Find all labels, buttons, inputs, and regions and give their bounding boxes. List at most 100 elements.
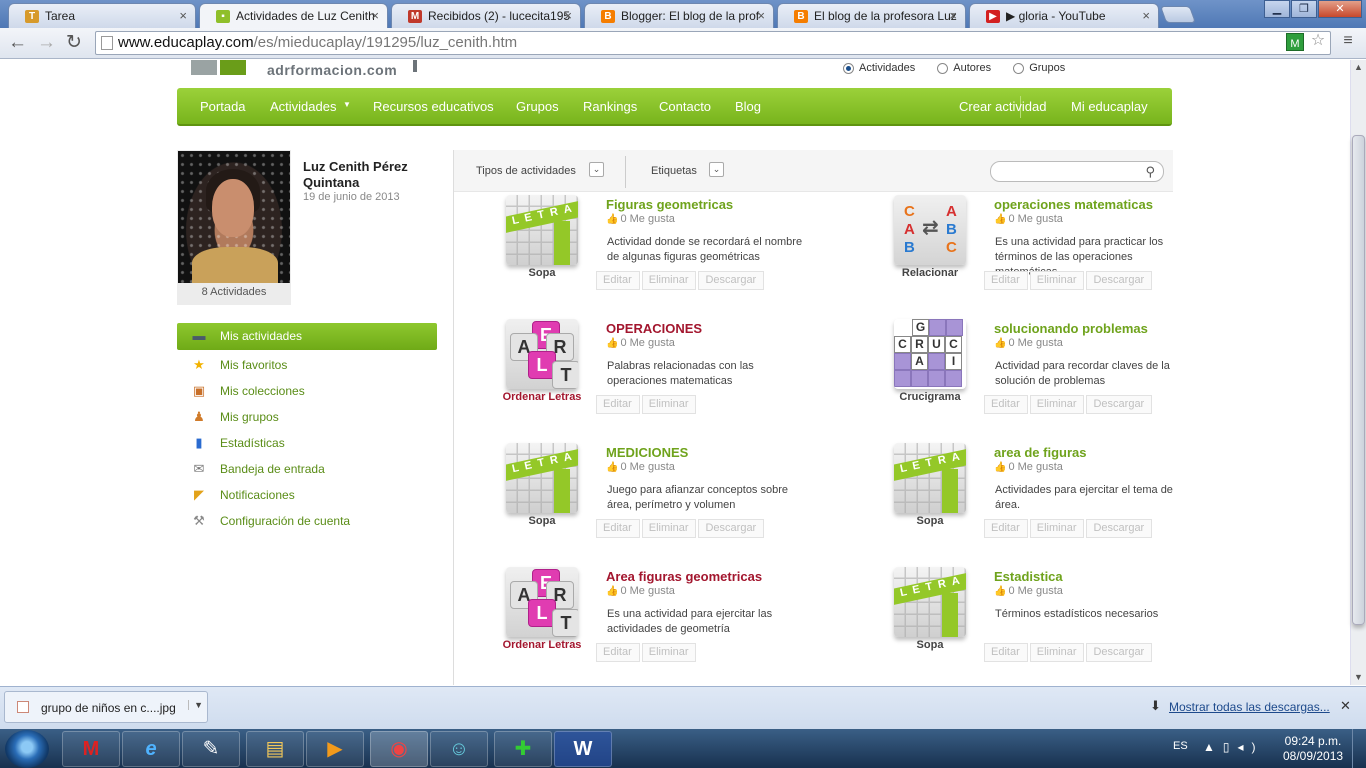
activity-thumbnail[interactable]: LETRA — [894, 567, 966, 637]
sidebar-item[interactable]: ✉ Bandeja de entrada — [177, 456, 437, 482]
tags-filter[interactable]: Etiquetas — [651, 165, 697, 177]
chevron-down-icon[interactable]: ▼ — [188, 700, 203, 710]
sidebar-item[interactable]: ★ Mis favoritos — [177, 352, 437, 378]
address-bar[interactable]: www.educaplay.com/es/mieducaplay/191295/… — [95, 31, 1331, 55]
delete-button[interactable]: Eliminar — [1029, 519, 1085, 538]
download-button[interactable]: Descargar — [698, 271, 765, 290]
sidebar-item[interactable]: ▣ Mis colecciones — [177, 378, 437, 404]
thumbs-up-icon[interactable]: 👍 — [994, 338, 1006, 349]
activity-title[interactable]: MEDICIONES — [606, 445, 688, 460]
delete-button[interactable]: Eliminar — [1029, 643, 1085, 662]
tab-2[interactable]: ▪ Actividades de Luz Cenith × — [199, 3, 388, 28]
download-button[interactable]: Descargar — [1086, 271, 1153, 290]
start-button[interactable] — [5, 730, 49, 768]
edit-button[interactable]: Editar — [984, 271, 1028, 290]
edit-button[interactable]: Editar — [984, 643, 1028, 662]
sidebar-item[interactable]: ⚒ Configuración de cuenta — [177, 508, 437, 534]
activity-thumbnail[interactable]: C A B A B C ⇄ — [894, 195, 966, 265]
delete-button[interactable]: Eliminar — [1029, 271, 1085, 290]
thumbs-up-icon[interactable]: 👍 — [606, 462, 618, 473]
download-button[interactable]: Descargar — [1086, 643, 1153, 662]
nav-item[interactable]: Rankings — [583, 99, 637, 114]
radio-button[interactable] — [937, 62, 949, 74]
back-arrow-icon[interactable]: ← — [8, 32, 27, 54]
activity-title[interactable]: operaciones matematicas — [994, 197, 1153, 212]
show-desktop-button[interactable] — [1352, 729, 1366, 768]
minimize-icon[interactable]: ▁ — [1264, 0, 1290, 18]
delete-button[interactable]: Eliminar — [641, 643, 697, 662]
scroll-down-icon[interactable]: ▼ — [1354, 672, 1363, 682]
internet-explorer-icon[interactable]: e — [122, 731, 180, 767]
activity-thumbnail[interactable]: GCRUCAI — [894, 319, 966, 389]
edit-button[interactable]: Editar — [984, 395, 1028, 414]
thumbs-up-icon[interactable]: 👍 — [994, 214, 1006, 225]
edit-button[interactable]: Editar — [596, 395, 640, 414]
edit-button[interactable]: Editar — [596, 519, 640, 538]
close-icon[interactable]: ✕ — [1340, 698, 1351, 714]
delete-button[interactable]: Eliminar — [641, 519, 697, 538]
chevron-down-icon[interactable]: ⌄ — [709, 162, 724, 177]
delete-button[interactable]: Eliminar — [641, 395, 697, 414]
close-tab-icon[interactable]: × — [757, 8, 765, 23]
nav-item[interactable]: Portada — [200, 99, 246, 114]
tab-4[interactable]: B Blogger: El blog de la prof × — [584, 3, 774, 28]
new-tab-button[interactable] — [1159, 6, 1197, 23]
activity-title[interactable]: area de figuras — [994, 445, 1087, 460]
download-button[interactable]: Descargar — [1086, 395, 1153, 414]
activity-thumbnail[interactable]: LETRA — [894, 443, 966, 513]
nav-item[interactable]: Recursos educativos — [373, 99, 494, 114]
edit-button[interactable]: Editar — [596, 271, 640, 290]
thumbs-up-icon[interactable]: 👍 — [606, 338, 618, 349]
search-icon[interactable]: ⚲ — [1145, 164, 1155, 180]
activity-count[interactable]: 8 Actividades — [177, 286, 291, 298]
download-button[interactable]: Descargar — [698, 519, 765, 538]
search-input[interactable]: ⚲ — [990, 161, 1164, 182]
paint-icon[interactable]: ✎ — [182, 731, 240, 767]
sidebar-item[interactable]: ▬ Mis actividades — [177, 323, 437, 350]
close-window-icon[interactable]: ✕ — [1318, 0, 1362, 18]
scroll-up-icon[interactable]: ▲ — [1354, 62, 1363, 72]
word-icon[interactable]: W — [554, 731, 612, 767]
tab-1[interactable]: T Tarea × — [8, 3, 196, 28]
radio-button[interactable] — [1013, 62, 1025, 74]
close-tab-icon[interactable]: × — [1142, 8, 1150, 23]
file-explorer-icon[interactable]: ▤ — [246, 731, 304, 767]
close-tab-icon[interactable]: × — [949, 8, 957, 23]
activity-title[interactable]: solucionando problemas — [994, 321, 1148, 336]
close-tab-icon[interactable]: × — [179, 8, 187, 23]
thumbs-up-icon[interactable]: 👍 — [606, 214, 618, 225]
nav-item[interactable]: Mi educaplay — [1071, 99, 1148, 114]
nav-item[interactable]: Blog — [735, 99, 761, 114]
thumbs-up-icon[interactable]: 👍 — [994, 586, 1006, 597]
app-icon[interactable]: ✚ — [494, 731, 552, 767]
activity-thumbnail[interactable]: LETRA — [506, 443, 578, 513]
close-tab-icon[interactable]: × — [564, 8, 572, 23]
radio-actividades[interactable]: Actividades — [843, 62, 915, 74]
chevron-down-icon[interactable]: ⌄ — [589, 162, 604, 177]
vertical-scrollbar[interactable]: ▲ ▼ — [1350, 60, 1366, 685]
tab-3[interactable]: M Recibidos (2) - lucecita195 × — [391, 3, 581, 28]
activity-thumbnail[interactable]: EARLT — [506, 567, 578, 637]
chevron-down-icon[interactable]: ▼ — [343, 100, 351, 109]
sidebar-item[interactable]: ◤ Notificaciones — [177, 482, 437, 508]
activity-title[interactable]: OPERACIONES — [606, 321, 702, 336]
forward-arrow-icon[interactable]: → — [37, 32, 56, 54]
sidebar-item[interactable]: ♟ Mis grupos — [177, 404, 437, 430]
media-player-icon[interactable]: ▶ — [306, 731, 364, 767]
sidebar-item[interactable]: ▮ Estadísticas — [177, 430, 437, 456]
nav-item[interactable]: Grupos — [516, 99, 559, 114]
activity-title[interactable]: Estadistica — [994, 569, 1063, 584]
activity-title[interactable]: Area figuras geometricas — [606, 569, 762, 584]
nav-item[interactable]: Crear actividad — [959, 99, 1046, 114]
activity-types-filter[interactable]: Tipos de actividades — [476, 165, 576, 177]
thumbs-up-icon[interactable]: 👍 — [606, 586, 618, 597]
activity-title[interactable]: Figuras geometricas — [606, 197, 733, 212]
restore-icon[interactable]: ❐ — [1291, 0, 1317, 18]
mcafee-icon[interactable]: M — [62, 731, 120, 767]
extension-icon[interactable]: M — [1286, 33, 1304, 51]
tab-6[interactable]: ▶ ▶ gloria - YouTube × — [969, 3, 1159, 28]
download-item[interactable]: grupo de niños en c....jpg ▼ — [4, 691, 208, 723]
delete-button[interactable]: Eliminar — [1029, 395, 1085, 414]
close-tab-icon[interactable]: × — [371, 8, 379, 23]
radio-autores[interactable]: Autores — [937, 62, 991, 74]
